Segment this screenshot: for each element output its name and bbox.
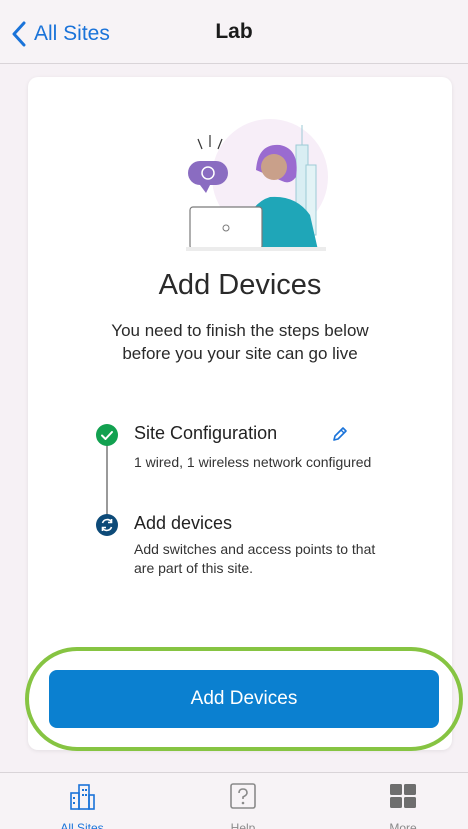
card-description: You need to finish the steps below befor… <box>111 321 369 363</box>
tab-all-sites[interactable]: All Sites <box>42 781 122 829</box>
step-add-devices-description: Add switches and access points to that a… <box>134 541 376 576</box>
buildings-icon <box>70 784 95 810</box>
page-title: Lab <box>215 20 253 43</box>
tab-help[interactable]: Help <box>203 781 283 829</box>
tab-bar: All Sites Help More <box>0 772 468 829</box>
sync-icon <box>96 514 118 536</box>
add-devices-button[interactable]: Add Devices <box>49 670 439 728</box>
help-icon <box>230 783 256 809</box>
navigation-bar: All Sites Lab <box>0 0 468 64</box>
step-add-devices-title: Add devices <box>134 513 233 533</box>
grid-icon <box>390 784 416 808</box>
tab-more[interactable]: More <box>363 781 443 829</box>
pencil-icon[interactable] <box>330 424 350 444</box>
check-icon <box>96 424 118 446</box>
step-site-configuration-description: 1 wired, 1 wireless network configured <box>134 454 372 470</box>
tab-more-label: More <box>389 821 417 829</box>
tab-all-sites-label: All Sites <box>60 821 104 829</box>
person-laptop-illustration <box>186 119 328 251</box>
card-title: Add Devices <box>158 269 322 301</box>
step-site-configuration-title: Site Configuration <box>134 423 278 443</box>
tab-help-label: Help <box>230 821 256 829</box>
setup-steps: Site Configuration 1 wired, 1 wireless n… <box>96 423 416 583</box>
step-connector <box>106 445 108 525</box>
